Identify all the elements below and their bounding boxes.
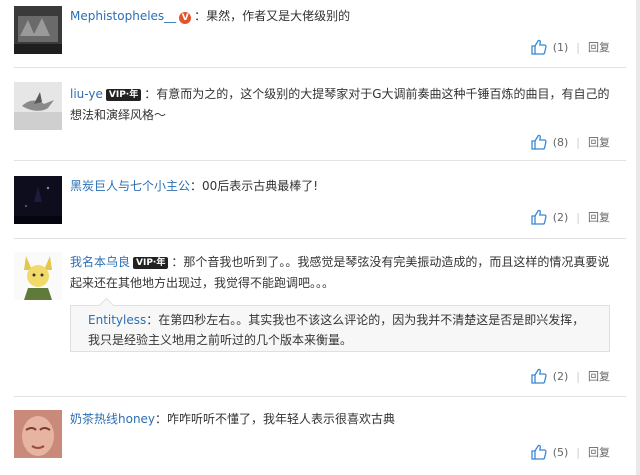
quote-username-link[interactable]: Entityless: [88, 313, 146, 327]
avatar[interactable]: [14, 252, 62, 300]
comment-item: liu-ye VIP·年 ：有意而为之的，这个级别的大提琴家对于G大调前奏曲这种千锤…: [0, 70, 640, 161]
quote-text: ：在第四秒左右。。其实我也不该这么评论的，因为我并不清楚这是否是即兴发挥，我只是…: [88, 313, 585, 347]
comment-item: 我名本乌良 VIP·年 ：那个音我也听到了。。我感觉是琴弦没有完美振动造成的，而且这…: [0, 240, 640, 397]
comment-text: ：咋咋听听不懂了，我年轻人表示很喜欢古典: [155, 412, 396, 426]
thumbs-up-icon[interactable]: [531, 209, 547, 225]
comment-content: Mephistopheles__ V ：果然，作者又是大佬级别的: [70, 6, 618, 27]
comment-content: 我名本乌良 VIP·年 ：那个音我也听到了。。我感觉是琴弦没有完美振动造成的，而且这…: [70, 252, 618, 294]
avatar[interactable]: [14, 6, 62, 54]
divider: |: [576, 135, 580, 149]
comment-item: 黑炭巨人与七个小主公：00后表示古典最棒了! (2) | 回复: [0, 160, 640, 240]
like-count: (2): [552, 369, 569, 383]
reply-button[interactable]: 回复: [588, 209, 610, 225]
username-link[interactable]: 我名本乌良: [70, 255, 130, 269]
comment-content: 黑炭巨人与七个小主公：00后表示古典最棒了!: [70, 176, 618, 197]
comment-actions: (1) | 回复: [531, 38, 610, 56]
comment-text: ：有意而为之的，这个级别的大提琴家对于G大调前奏曲这种千锤百炼的曲目，有自己的想…: [70, 87, 610, 122]
avatar[interactable]: [14, 176, 62, 224]
username-link[interactable]: 黑炭巨人与七个小主公: [70, 179, 190, 193]
username-link[interactable]: 奶茶热线honey: [70, 412, 155, 426]
vip-badge: VIP·年: [105, 89, 142, 101]
thumbs-up-icon[interactable]: [531, 134, 547, 150]
comment-actions: (2) | 回复: [531, 208, 610, 226]
divider: |: [576, 40, 580, 54]
divider: |: [576, 210, 580, 224]
quoted-reply: Entityless：在第四秒左右。。其实我也不该这么评论的，因为我并不清楚这是…: [70, 305, 610, 352]
comment-actions: (5) | 回复: [531, 443, 610, 461]
divider: [14, 238, 626, 239]
avatar[interactable]: [14, 410, 62, 458]
comment-text: ：果然，作者又是大佬级别的: [194, 9, 351, 23]
avatar[interactable]: [14, 82, 62, 130]
like-count: (2): [552, 210, 569, 224]
divider: |: [576, 369, 580, 383]
comment-text: ：00后表示古典最棒了!: [190, 179, 319, 193]
reply-button[interactable]: 回复: [588, 134, 610, 150]
comment-item: 奶茶热线honey：咋咋听听不懂了，我年轻人表示很喜欢古典 (5) | 回复: [0, 397, 640, 475]
comment-content: 奶茶热线honey：咋咋听听不懂了，我年轻人表示很喜欢古典: [70, 409, 618, 430]
username-link[interactable]: Mephistopheles__: [70, 9, 176, 23]
reply-button[interactable]: 回复: [588, 39, 610, 55]
verified-badge-icon: V: [179, 12, 192, 24]
vip-badge: VIP·年: [133, 257, 169, 269]
divider: [14, 67, 626, 68]
like-count: (1): [552, 40, 569, 54]
like-count: (5): [552, 445, 569, 459]
thumbs-up-icon[interactable]: [531, 444, 547, 460]
username-link[interactable]: liu-ye: [70, 87, 103, 101]
comment-actions: (8) | 回复: [531, 133, 610, 151]
reply-button[interactable]: 回复: [588, 368, 610, 384]
comment-actions: (2) | 回复: [531, 367, 610, 385]
divider: |: [576, 445, 580, 459]
scrollbar-track[interactable]: [636, 0, 640, 475]
comment-content: liu-ye VIP·年 ：有意而为之的，这个级别的大提琴家对于G大调前奏曲这种千锤…: [70, 84, 618, 126]
like-count: (8): [552, 135, 569, 149]
reply-button[interactable]: 回复: [588, 444, 610, 460]
thumbs-up-icon[interactable]: [531, 368, 547, 384]
thumbs-up-icon[interactable]: [531, 39, 547, 55]
comment-item: Mephistopheles__ V ：果然，作者又是大佬级别的 (1) | 回复: [0, 0, 640, 70]
